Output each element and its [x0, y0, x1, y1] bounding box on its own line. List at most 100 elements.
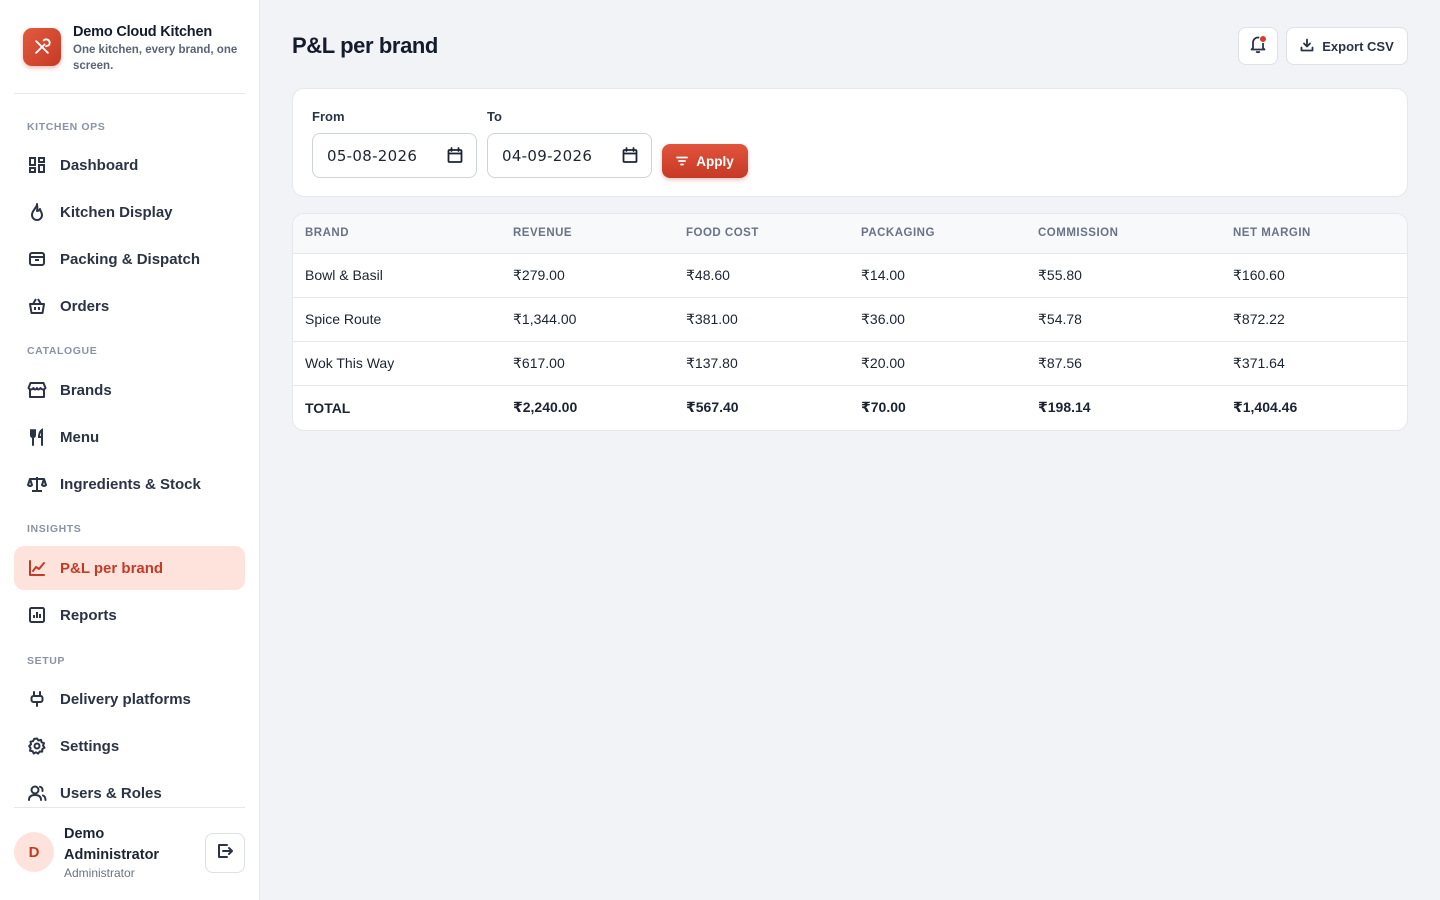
from-date-value: 05-08-2026: [327, 146, 418, 165]
cell-revenue: ₹617.00: [501, 341, 674, 386]
cell-packaging: ₹14.00: [849, 253, 1026, 298]
section-setup: SETUP: [27, 655, 66, 667]
export-csv-label: Export CSV: [1322, 38, 1394, 54]
column-header-net-margin[interactable]: NET MARGIN: [1221, 214, 1407, 254]
sidebar-item-label: Delivery platforms: [60, 690, 191, 708]
sidebar-item-ingredients-stock[interactable]: Ingredients & Stock: [14, 462, 245, 506]
section-insights: INSIGHTS: [27, 523, 82, 535]
sidebar-item-label: Menu: [60, 428, 100, 446]
table-header-row: BRAND REVENUE FOOD COST PACKAGING COMMIS…: [293, 214, 1407, 254]
sidebar-item-label: Packing & Dispatch: [60, 250, 201, 268]
cell-commission: ₹54.78: [1026, 297, 1221, 342]
gear-icon: [27, 736, 47, 756]
basket-icon: [27, 296, 47, 316]
package-icon: [27, 249, 47, 269]
user-role: Administrator: [64, 866, 135, 880]
sidebar-item-label: P&L per brand: [60, 559, 164, 577]
cell-packaging: ₹36.00: [849, 297, 1026, 342]
sidebar-item-dashboard[interactable]: Dashboard: [14, 143, 245, 187]
cell-packaging: ₹20.00: [849, 341, 1026, 386]
sidebar-item-settings[interactable]: Settings: [14, 724, 245, 768]
scale-icon: [27, 474, 47, 494]
apply-button[interactable]: Apply: [662, 144, 748, 178]
app-tagline: One kitchen, every brand, one screen.: [73, 44, 238, 72]
sidebar-item-label: Brands: [60, 381, 112, 399]
cell-brand: Bowl & Basil: [293, 253, 501, 298]
sidebar-item-orders[interactable]: Orders: [14, 284, 245, 328]
sidebar-item-label: Reports: [60, 606, 117, 624]
sidebar-item-label: Settings: [60, 737, 120, 755]
sidebar-item-label: Kitchen Display: [60, 203, 173, 221]
export-csv-button[interactable]: Export CSV: [1286, 27, 1408, 65]
cell-food-cost: ₹48.60: [674, 253, 849, 298]
plug-icon: [27, 689, 47, 709]
cell-net-margin: ₹371.64: [1221, 341, 1407, 386]
sidebar-item-menu[interactable]: Menu: [14, 415, 245, 459]
notifications-button[interactable]: [1238, 27, 1278, 65]
section-catalogue: CATALOGUE: [27, 345, 98, 357]
cell-food-cost: ₹137.80: [674, 341, 849, 386]
total-net-margin: ₹1,404.46: [1221, 384, 1407, 430]
flame-icon: [27, 202, 47, 222]
sidebar-item-pl-per-brand[interactable]: P&L per brand: [14, 546, 245, 590]
download-icon: [1300, 38, 1314, 55]
fork-knife-icon: [27, 427, 47, 447]
from-date-input[interactable]: 05-08-2026: [312, 133, 477, 178]
total-revenue: ₹2,240.00: [501, 384, 674, 430]
total-packaging: ₹70.00: [849, 384, 1026, 430]
column-header-commission[interactable]: COMMISSION: [1026, 214, 1221, 254]
cell-revenue: ₹1,344.00: [501, 297, 674, 342]
from-label: From: [312, 109, 345, 124]
sidebar-item-brands[interactable]: Brands: [14, 368, 245, 412]
sidebar-item-kitchen-display[interactable]: Kitchen Display: [14, 190, 245, 234]
table-row: Wok This Way ₹617.00 ₹137.80 ₹20.00 ₹87.…: [293, 341, 1407, 386]
app-name: Demo Cloud Kitchen: [73, 24, 212, 40]
cell-brand: Spice Route: [293, 297, 501, 342]
sidebar-item-label: Dashboard: [60, 156, 139, 174]
table-total-row: TOTAL ₹2,240.00 ₹567.40 ₹70.00 ₹198.14 ₹…: [293, 384, 1407, 430]
cell-brand: Wok This Way: [293, 341, 501, 386]
table-row: Bowl & Basil ₹279.00 ₹48.60 ₹14.00 ₹55.8…: [293, 253, 1407, 298]
utensils-logo-icon: [23, 28, 61, 66]
calendar-icon[interactable]: [622, 147, 638, 168]
page-title: P&L per brand: [292, 33, 438, 58]
cell-commission: ₹55.80: [1026, 253, 1221, 298]
user-profile: D Demo Administrator Administrator: [14, 807, 245, 900]
sidebar-item-label: Ingredients & Stock: [60, 475, 201, 493]
cell-food-cost: ₹381.00: [674, 297, 849, 342]
apply-label: Apply: [696, 153, 734, 169]
sidebar: Demo Cloud Kitchen One kitchen, every br…: [0, 0, 260, 900]
store-icon: [27, 380, 47, 400]
cell-revenue: ₹279.00: [501, 253, 674, 298]
sidebar-item-delivery-platforms[interactable]: Delivery platforms: [14, 677, 245, 721]
brand-header: Demo Cloud Kitchen One kitchen, every br…: [14, 12, 245, 94]
column-header-packaging[interactable]: PACKAGING: [849, 214, 1026, 254]
date-filter-card: From 05-08-2026 To 04-09-2026 Apply: [292, 88, 1408, 197]
column-header-revenue[interactable]: REVENUE: [501, 214, 674, 254]
pl-table-card: BRAND REVENUE FOOD COST PACKAGING COMMIS…: [292, 213, 1408, 431]
cell-commission: ₹87.56: [1026, 341, 1221, 386]
total-commission: ₹198.14: [1026, 384, 1221, 430]
sidebar-item-label: Orders: [60, 297, 110, 315]
dashboard-icon: [27, 155, 47, 175]
calendar-icon[interactable]: [447, 147, 463, 168]
cell-net-margin: ₹872.22: [1221, 297, 1407, 342]
logout-button[interactable]: [205, 833, 245, 873]
user-name: Demo Administrator: [64, 826, 160, 863]
avatar: D: [14, 832, 54, 872]
sidebar-item-label: Users & Roles: [60, 784, 162, 802]
pl-table: BRAND REVENUE FOOD COST PACKAGING COMMIS…: [293, 214, 1407, 430]
filter-icon: [676, 154, 689, 169]
users-icon: [27, 783, 47, 803]
total-label: TOTAL: [293, 384, 501, 430]
line-chart-icon: [27, 558, 47, 578]
sidebar-item-packing-dispatch[interactable]: Packing & Dispatch: [14, 237, 245, 281]
to-date-value: 04-09-2026: [502, 146, 593, 165]
to-date-input[interactable]: 04-09-2026: [487, 133, 652, 178]
column-header-food-cost[interactable]: FOOD COST: [674, 214, 849, 254]
section-kitchen-ops: KITCHEN OPS: [27, 121, 106, 133]
sidebar-item-reports[interactable]: Reports: [14, 593, 245, 637]
to-label: To: [487, 109, 502, 124]
cell-net-margin: ₹160.60: [1221, 253, 1407, 298]
column-header-brand[interactable]: BRAND: [293, 214, 501, 254]
